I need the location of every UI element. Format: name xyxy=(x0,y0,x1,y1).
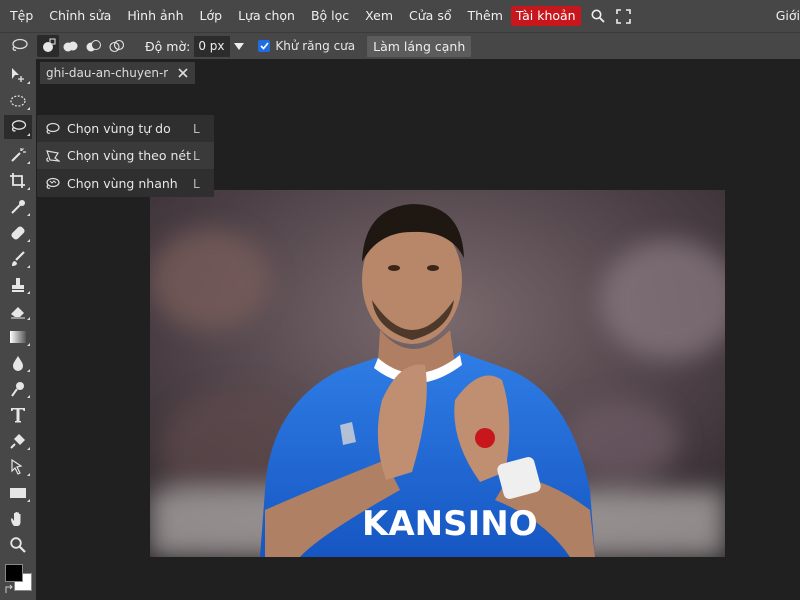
gradient-tool-icon[interactable] xyxy=(4,325,32,349)
brush-tool-icon[interactable] xyxy=(4,247,32,271)
menu-filter[interactable]: Bộ lọc xyxy=(303,0,357,32)
crop-tool-icon[interactable] xyxy=(4,169,32,193)
flyout-label: Chọn vùng theo nét xyxy=(67,148,191,163)
shortcut-key: L xyxy=(193,148,200,163)
shortcut-key: L xyxy=(193,176,200,191)
blur-tool-icon[interactable] xyxy=(4,351,32,375)
lasso-icon xyxy=(41,122,63,136)
eraser-tool-icon[interactable] xyxy=(4,299,32,323)
flyout-item-magnetic-lasso[interactable]: Chọn vùng nhanh L xyxy=(37,170,214,197)
menu-file[interactable]: Tệp xyxy=(2,0,41,32)
shortcut-key: L xyxy=(193,121,200,136)
intersect-selection-icon[interactable] xyxy=(106,35,128,57)
flyout-label: Chọn vùng nhanh xyxy=(67,176,178,191)
lasso-tool-flyout: Chọn vùng tự do L Chọn vùng theo nét L C… xyxy=(37,115,214,197)
clone-stamp-icon[interactable] xyxy=(4,273,32,297)
lasso-tool-icon[interactable] xyxy=(4,115,32,139)
new-selection-icon[interactable] xyxy=(37,35,59,57)
tool-panel xyxy=(0,59,36,600)
menu-edit[interactable]: Chỉnh sửa xyxy=(41,0,119,32)
pen-tool-icon[interactable] xyxy=(4,429,32,453)
feather-label: Độ mờ: xyxy=(145,38,191,54)
menu-bar: Tệp Chỉnh sửa Hình ảnh Lớp Lựa chọn Bộ l… xyxy=(0,0,800,32)
path-select-icon[interactable] xyxy=(4,455,32,479)
menu-layer[interactable]: Lớp xyxy=(192,0,231,32)
subtract-selection-icon[interactable] xyxy=(83,35,105,57)
checkbox-checked-icon xyxy=(258,40,271,52)
jersey-sponsor-text: KANSINO xyxy=(362,504,538,544)
zoom-tool-icon[interactable] xyxy=(4,533,32,557)
menu-select[interactable]: Lựa chọn xyxy=(230,0,303,32)
magnetic-lasso-icon xyxy=(41,177,63,191)
flyout-item-polygon-lasso[interactable]: Chọn vùng theo nét L xyxy=(37,142,214,169)
chevron-down-icon[interactable] xyxy=(232,36,246,57)
antialias-label: Khử răng cưa xyxy=(275,39,356,53)
document-tab[interactable]: ghi-dau-an-chuyen-ng xyxy=(40,62,195,84)
healing-brush-icon[interactable] xyxy=(4,221,32,245)
account-button[interactable]: Tài khoản xyxy=(510,6,581,26)
swap-colors-icon[interactable] xyxy=(4,583,16,595)
refine-edge-button[interactable]: Làm láng cạnh xyxy=(367,35,472,57)
menu-window[interactable]: Cửa sổ xyxy=(401,0,459,32)
text-tool-icon[interactable] xyxy=(4,403,32,427)
marquee-tool-icon[interactable] xyxy=(4,89,32,113)
eyedropper-icon[interactable] xyxy=(4,195,32,219)
menu-view[interactable]: Xem xyxy=(357,0,401,32)
rectangle-tool-icon[interactable] xyxy=(4,481,32,505)
document-tab-label: ghi-dau-an-chuyen-ng xyxy=(46,66,168,80)
menu-image[interactable]: Hình ảnh xyxy=(119,0,191,32)
feather-input[interactable] xyxy=(194,35,231,57)
move-tool-icon[interactable] xyxy=(4,63,32,87)
menu-more[interactable]: Thêm xyxy=(459,0,510,32)
options-bar: Độ mờ: Khử răng cưa Làm láng cạnh xyxy=(0,32,800,59)
flyout-label: Chọn vùng tự do xyxy=(67,121,171,136)
flyout-item-lasso[interactable]: Chọn vùng tự do L xyxy=(37,115,214,142)
lasso-tool-options-icon xyxy=(8,35,30,57)
dodge-tool-icon[interactable] xyxy=(4,377,32,401)
hand-tool-icon[interactable] xyxy=(4,507,32,531)
antialias-checkbox[interactable]: Khử răng cưa xyxy=(258,39,355,53)
polygon-lasso-icon xyxy=(41,149,63,163)
foreground-color-swatch[interactable] xyxy=(5,564,23,582)
canvas-photo[interactable]: KANSINO xyxy=(150,190,725,557)
magic-wand-icon[interactable] xyxy=(4,143,32,167)
search-icon[interactable] xyxy=(585,0,611,32)
menu-about[interactable]: Giới xyxy=(776,0,800,32)
fullscreen-icon[interactable] xyxy=(611,0,637,32)
close-icon[interactable] xyxy=(176,66,190,80)
add-selection-icon[interactable] xyxy=(60,35,82,57)
